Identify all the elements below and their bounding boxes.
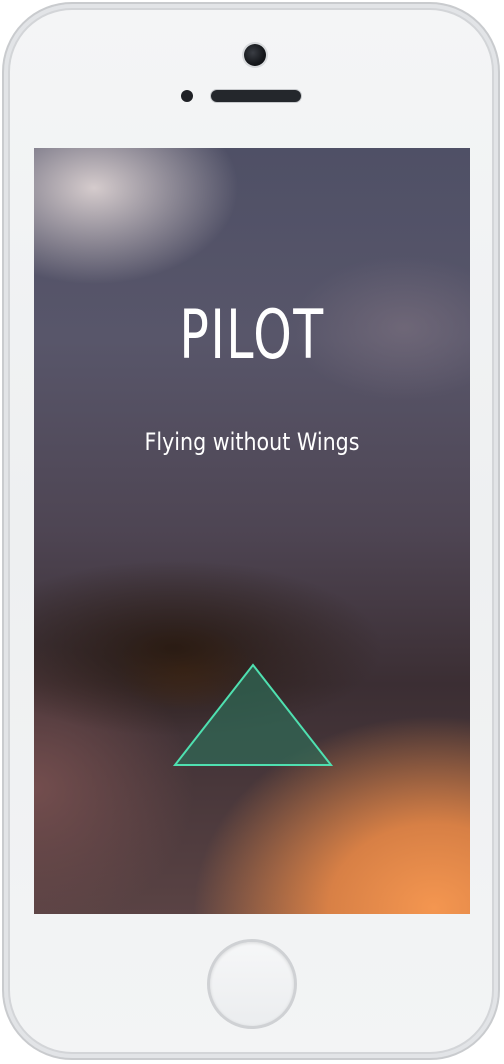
proximity-sensor (181, 90, 193, 102)
front-camera (244, 44, 266, 66)
earpiece-speaker (211, 90, 301, 102)
app-title: PILOT (179, 296, 325, 375)
app-tagline: Flying without Wings (144, 428, 360, 456)
app-screen: PILOT Flying without Wings (34, 148, 470, 914)
home-button[interactable] (207, 939, 297, 1029)
triangle-shape[interactable] (172, 663, 334, 766)
triangle-icon[interactable] (172, 662, 334, 768)
